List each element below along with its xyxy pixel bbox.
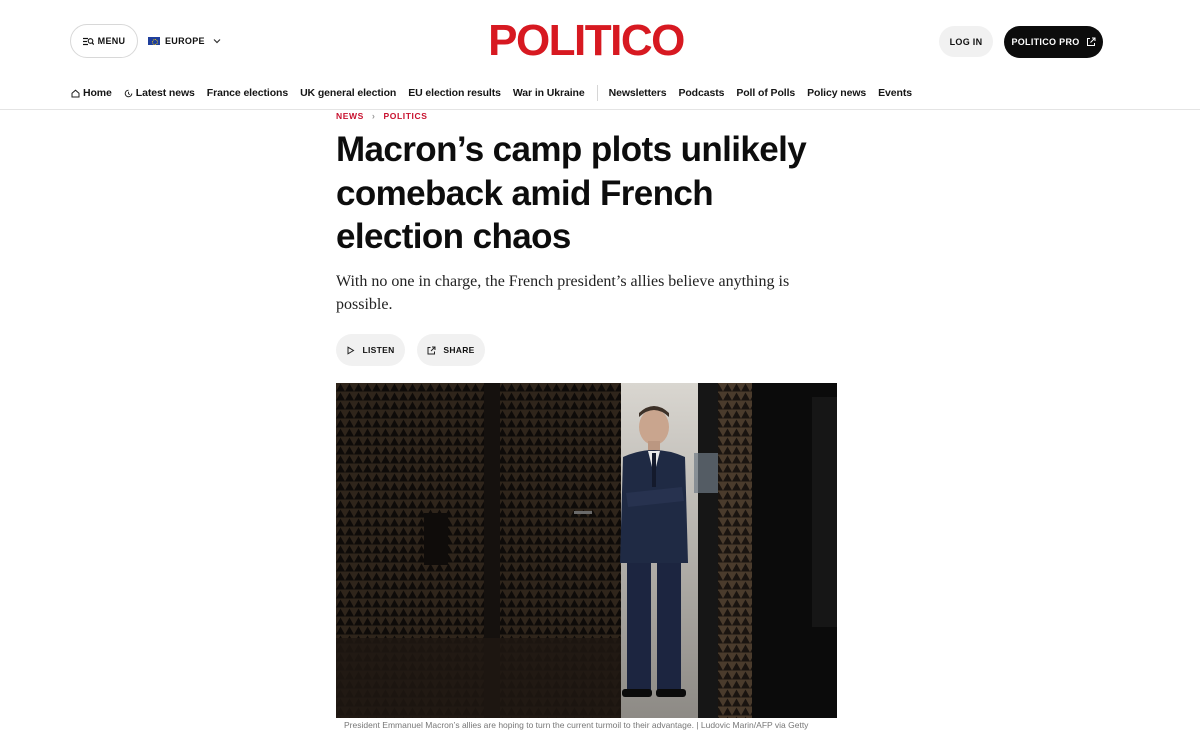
home-icon [71,89,80,97]
region-selector[interactable]: EUROPE [148,34,221,48]
pro-label: POLITICO PRO [1011,37,1080,47]
nav-label-latest-news: Latest news [135,87,195,99]
share-icon [427,346,436,354]
photo-caption: President Emmanuel Macron’s allies are h… [344,720,809,730]
hero-photo-illustration [336,383,837,718]
nav-item-eu-election-results[interactable]: EU election results [408,87,501,99]
politico-pro-button[interactable]: POLITICO PRO [1004,26,1103,58]
menu-button[interactable]: MENU [70,24,138,58]
nav-item-poll-of-polls[interactable]: Poll of Polls [736,87,795,99]
politico-logo[interactable]: POLITICO [480,18,692,64]
breadcrumb-politics[interactable]: POLITICS [384,111,428,121]
nav-item-home[interactable]: Home [71,87,112,99]
eu-flag-icon [148,37,160,45]
main-nav: Home Latest news France elections UK gen… [0,80,1200,110]
hero-photo [336,383,837,718]
breadcrumb: NEWS › POLITICS [336,110,428,122]
breadcrumb-news[interactable]: NEWS [336,111,364,121]
nav-item-newsletters[interactable]: Newsletters [609,87,667,99]
listen-label: LISTEN [362,345,395,355]
nav-item-latest-news[interactable]: Latest news [124,87,195,99]
external-link-icon [1086,37,1096,46]
region-label: EUROPE [165,36,205,46]
chevron-right-icon: › [371,111,376,121]
nav-item-podcasts[interactable]: Podcasts [678,87,724,99]
share-label: SHARE [443,345,475,355]
article-headline: Macron’s camp plots unlikely comeback am… [336,130,807,256]
nav-item-uk-general-election[interactable]: UK general election [300,87,396,99]
share-button[interactable]: SHARE [417,334,485,366]
login-button[interactable]: LOG IN [939,26,993,57]
nav-item-france-elections[interactable]: France elections [207,87,288,99]
nav-item-events[interactable]: Events [878,87,912,99]
nav-item-policy-news[interactable]: Policy news [807,87,866,99]
nav-label-home: Home [83,87,112,99]
nav-item-war-in-ukraine[interactable]: War in Ukraine [513,87,585,99]
chevron-down-icon [213,39,221,44]
clock-icon [124,89,133,97]
nav-divider [596,85,598,101]
menu-label: MENU [97,36,126,46]
play-icon [347,345,355,355]
site-header: MENU EUROPE POLITICO LOG IN POLITICO PRO [0,0,1200,80]
listen-button[interactable]: LISTEN [336,334,405,366]
menu-search-icon [82,37,94,45]
article-dek: With no one in charge, the French presid… [336,273,790,313]
